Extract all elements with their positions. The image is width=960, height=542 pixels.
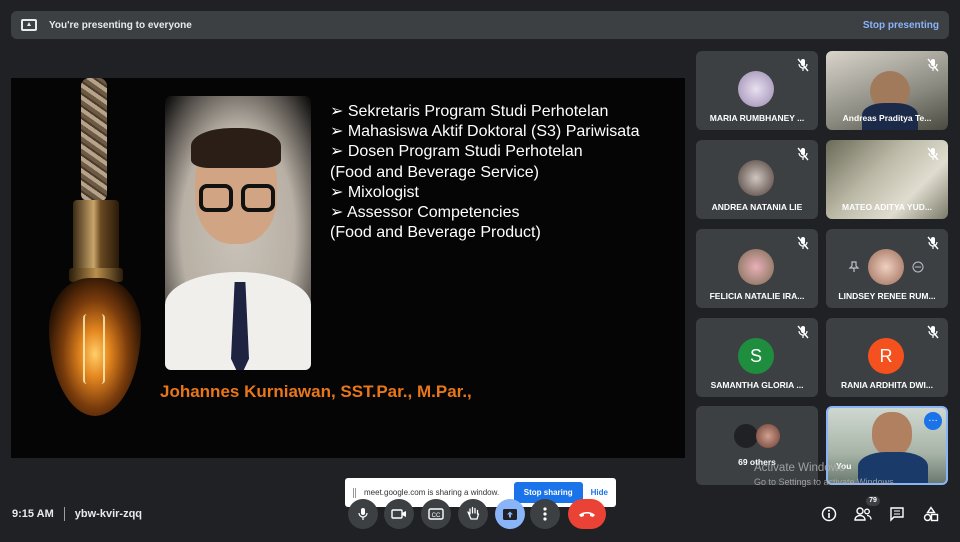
meeting-info: 9:15 AM ybw-kvir-zqq (12, 507, 142, 521)
presenting-message: You're presenting to everyone (49, 19, 192, 31)
raise-hand-button[interactable] (458, 499, 488, 529)
avatar-initial: S (738, 338, 774, 374)
drag-handle-icon[interactable] (353, 487, 356, 498)
hide-button[interactable]: Hide (591, 488, 608, 497)
participant-tile[interactable]: LINDSEY RENEE RUM... (826, 229, 948, 308)
svg-text:CC: CC (432, 513, 441, 519)
participant-name: FELICIA NATALIE IRA... (709, 291, 805, 301)
avatar (738, 249, 774, 285)
self-video-person (872, 412, 912, 456)
microphone-button[interactable] (348, 499, 378, 529)
avatar (756, 424, 780, 448)
people-button[interactable] (852, 503, 874, 525)
mic-off-icon (797, 325, 809, 339)
camera-button[interactable] (384, 499, 414, 529)
mic-off-icon (927, 236, 939, 250)
present-screen-icon (21, 19, 37, 31)
mic-off-icon (797, 147, 809, 161)
mic-off-icon (927, 325, 939, 339)
participant-name: LINDSEY RENEE RUM... (838, 291, 936, 301)
divider (63, 507, 65, 521)
participant-tile[interactable]: ANDREA NATANIA LIE (696, 140, 818, 219)
participant-name: MATEO ADITYA YUD... (842, 202, 932, 212)
participant-name: ANDREA NATANIA LIE (711, 202, 803, 212)
remove-icon[interactable] (912, 261, 924, 273)
participant-tile[interactable]: R RANIA ARDHITA DWI... (826, 318, 948, 397)
participant-tile[interactable]: S SAMANTHA GLORIA ... (696, 318, 818, 397)
bulb-filament (83, 314, 105, 384)
presenter-name: Johannes Kurniawan, SST.Par., M.Par., (160, 382, 472, 401)
present-screen-icon (503, 508, 517, 520)
camera-icon (391, 509, 406, 519)
people-icon (854, 507, 872, 521)
avatar (734, 424, 758, 448)
mic-off-icon (797, 58, 809, 72)
more-vert-icon (543, 507, 547, 521)
watermark-subtitle: Go to Settings to activate Windows. (754, 477, 897, 487)
watermark-title: Activate Windows (754, 462, 845, 474)
present-now-button[interactable] (495, 499, 525, 529)
people-count-badge: 79 (866, 496, 880, 506)
avatar-initial: R (868, 338, 904, 374)
rope-image (81, 78, 107, 202)
participant-name: SAMANTHA GLORIA ... (710, 380, 804, 390)
photo-glasses (199, 184, 275, 214)
mic-off-icon (927, 58, 939, 72)
captions-button[interactable]: CC (421, 499, 451, 529)
slide-bullet: ➢ Mahasiswa Aktif Doktoral (S3) Pariwisa… (330, 123, 640, 141)
meeting-details-button[interactable] (818, 503, 840, 525)
more-options-button[interactable] (530, 499, 560, 529)
participant-tile[interactable]: MARIA RUMBHANEY ... (696, 51, 818, 130)
presenter-photo (165, 96, 311, 370)
participant-tile[interactable]: FELICIA NATALIE IRA... (696, 229, 818, 308)
slide-bullet: ➢ Dosen Program Studi Perhotelan (330, 143, 583, 161)
meeting-code: ybw-kvir-zqq (74, 508, 143, 520)
pin-icon[interactable] (848, 261, 860, 273)
end-call-icon (579, 512, 595, 517)
activities-icon (923, 506, 939, 522)
participant-name: RANIA ARDHITA DWI... (841, 380, 933, 390)
participant-name: Andreas Praditya Te... (842, 113, 932, 123)
shared-slide: ➢ Sekretaris Program Studi Perhotelan ➢ … (11, 78, 685, 458)
captions-icon: CC (428, 508, 444, 520)
slide-bullet: ➢ Sekretaris Program Studi Perhotelan (330, 103, 609, 120)
slide-bullet-list: ➢ Sekretaris Program Studi Perhotelan ➢ … (330, 102, 680, 243)
leave-call-button[interactable] (568, 499, 606, 529)
activities-button[interactable] (920, 503, 942, 525)
slide-bullet: (Food and Beverage Service) (330, 163, 539, 181)
activate-windows-watermark: Activate Windows Go to Settings to activ… (754, 461, 896, 489)
slide-bullet: ➢ Mixologist (330, 183, 419, 201)
mic-off-icon (797, 236, 809, 250)
raise-hand-icon (467, 506, 480, 520)
photo-hair (191, 128, 281, 168)
avatar (738, 160, 774, 196)
avatar (738, 71, 774, 107)
sharing-message: meet.google.com is sharing a window. (364, 488, 500, 497)
chat-icon (890, 507, 904, 522)
slide-bullet: (Food and Beverage Product) (330, 224, 541, 242)
participant-tile[interactable]: MATEO ADITYA YUD... (826, 140, 948, 219)
participant-name: MARIA RUMBHANEY ... (709, 113, 805, 123)
participant-tile[interactable]: Andreas Praditya Te... (826, 51, 948, 130)
avatar (868, 249, 904, 285)
slide-bullet: ➢ Assessor Competencies (330, 204, 520, 222)
meeting-time: 9:15 AM (12, 508, 54, 520)
microphone-icon (358, 508, 368, 520)
chat-button[interactable] (886, 503, 908, 525)
more-options-icon[interactable]: … (924, 412, 942, 430)
presenting-banner: You're presenting to everyone Stop prese… (11, 11, 949, 39)
info-icon (821, 506, 837, 522)
stop-presenting-button[interactable]: Stop presenting (863, 20, 939, 31)
mic-off-icon (927, 147, 939, 161)
